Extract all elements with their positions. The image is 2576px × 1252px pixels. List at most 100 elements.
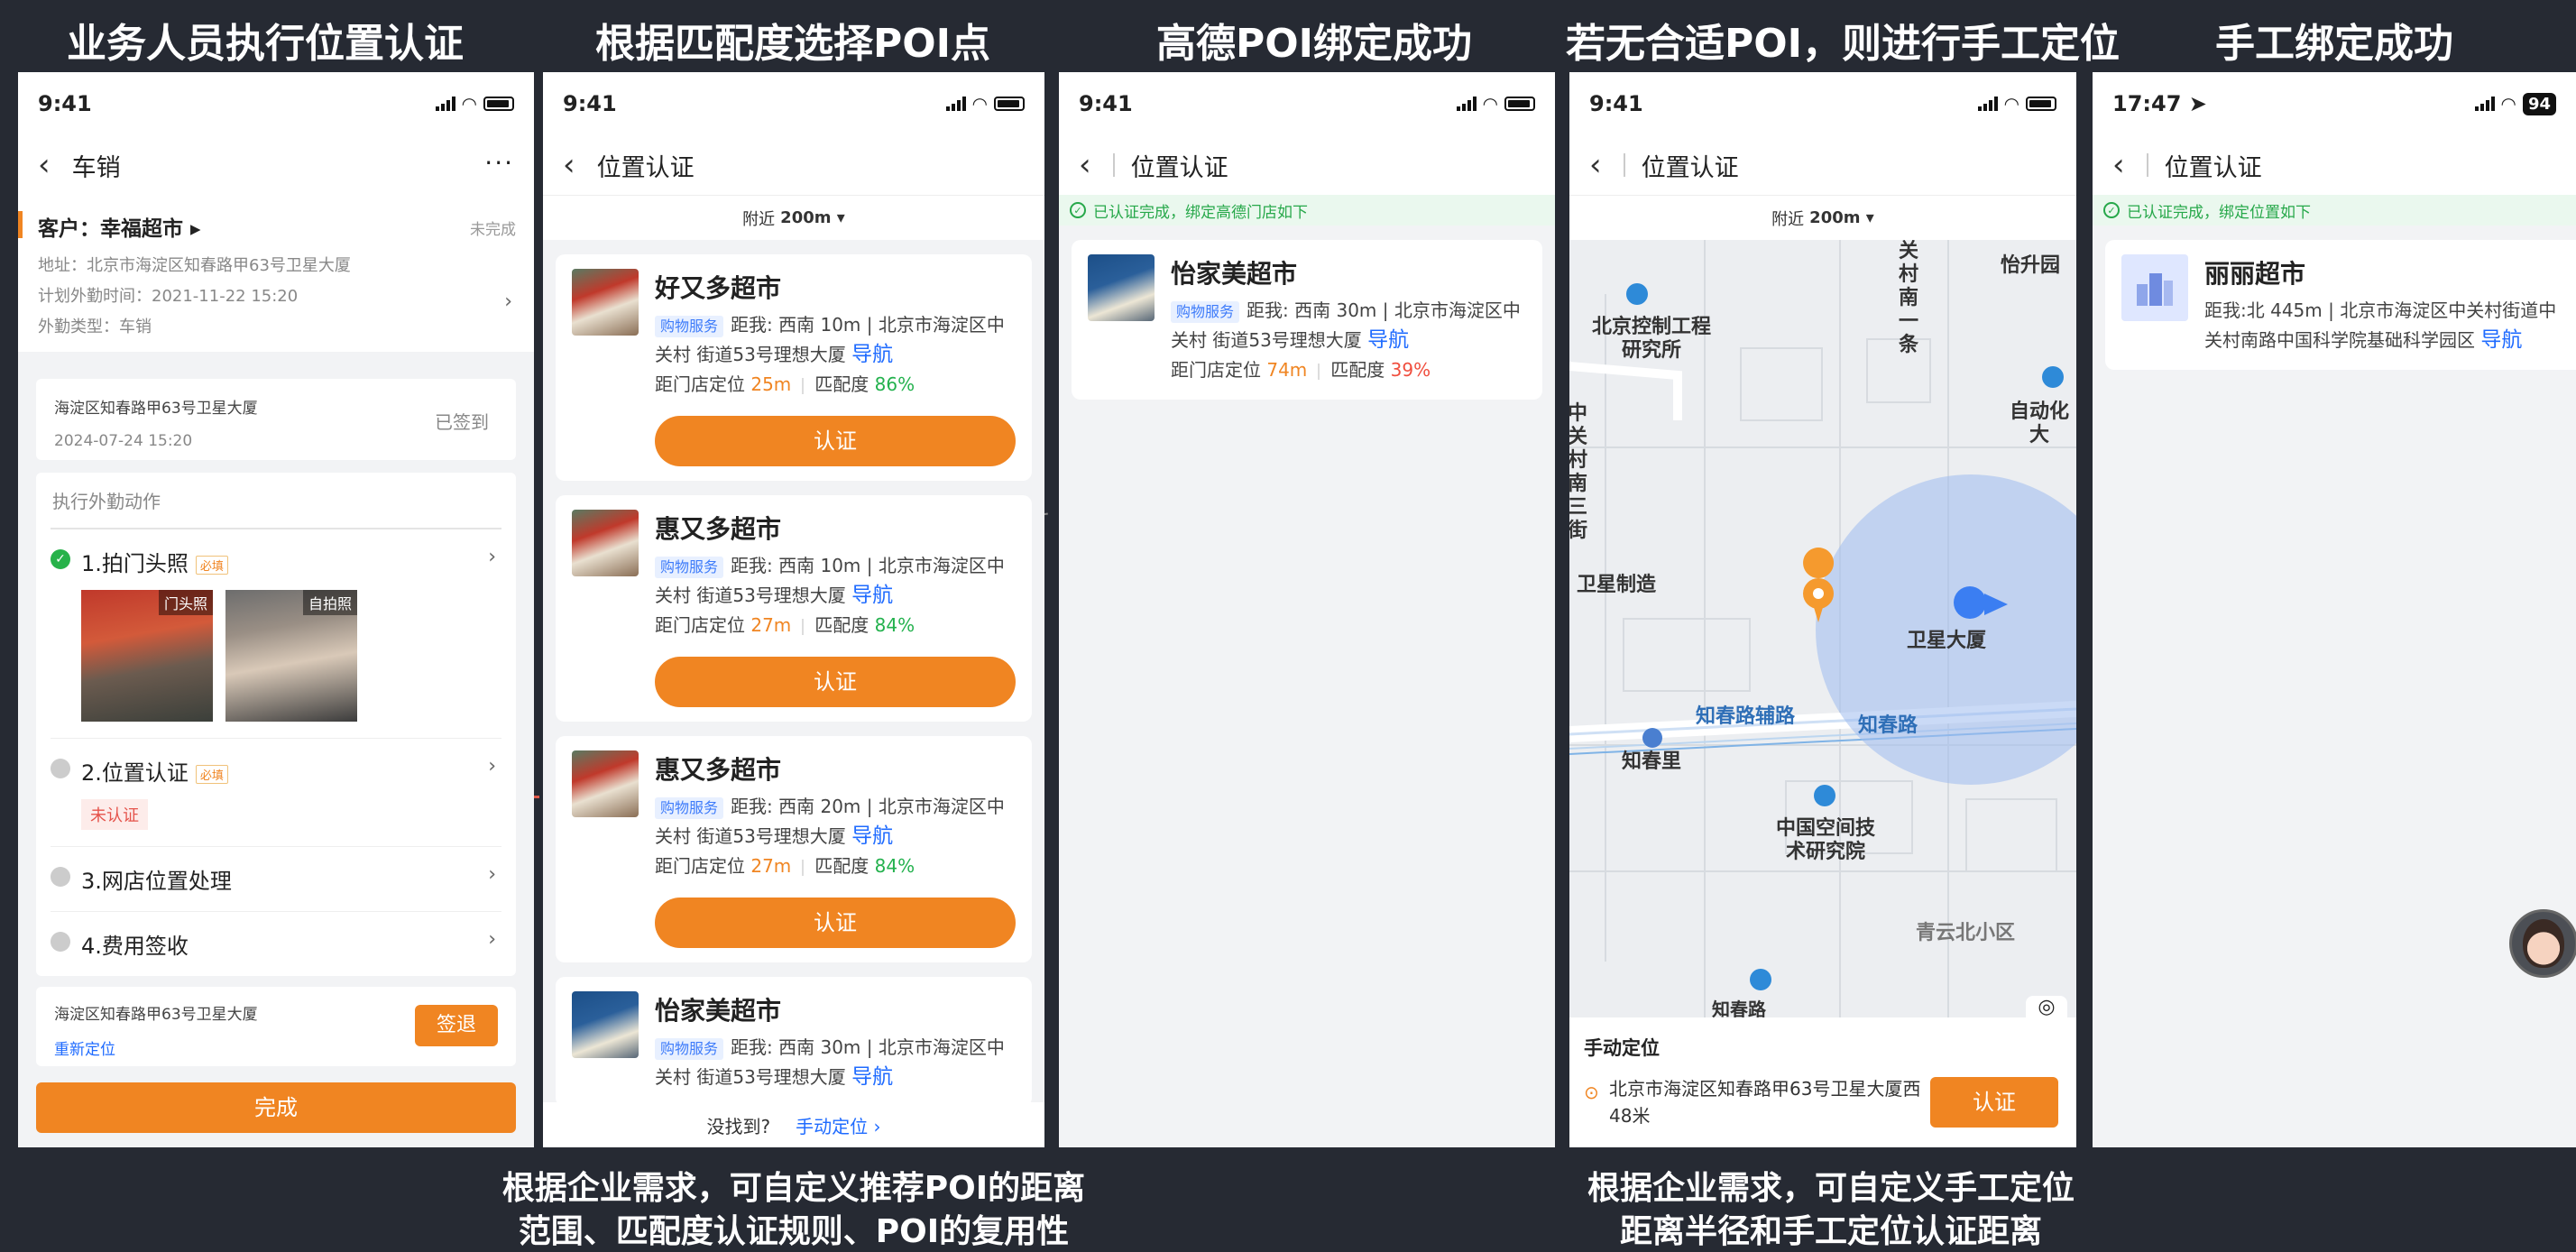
map-view[interactable]: 北京控制工程研究所 关村南一条 怡升园 自动化大 中关村南三街 卫星制造 卫星大… (1569, 240, 2076, 1017)
check-circle-icon: ✓ (2103, 202, 2120, 218)
locate-me-icon[interactable]: ◎ (2026, 996, 2067, 1017)
map-label: 怡升园 (2001, 254, 2061, 277)
navigate-link[interactable]: 导航 (851, 343, 893, 366)
poi-distance: 距我: 西南 20m | 北京市海淀区中 (731, 796, 1005, 817)
customer-name[interactable]: 客户：幸福超市 ▸ (38, 211, 516, 242)
signal-icon (945, 97, 966, 111)
poi-address: 关村南路中国科学院基础科学园区 (2204, 329, 2475, 351)
caption-poi-rules: 根据企业需求，可自定义推荐POI的距离 范围、匹配度认证规则、POI的复用性 (451, 1167, 1136, 1252)
map-label: 中国空间技术研究院 (1775, 817, 1875, 863)
caption-line: 根据企业需求，可自定义手工定位 (1587, 1170, 2075, 1207)
navigate-link[interactable]: 导航 (851, 1065, 893, 1089)
poi-name: 惠又多超市 (655, 514, 782, 544)
poi-card[interactable]: 好又多超市 购物服务 距我: 西南 10m | 北京市海淀区中 关村 街道53号理… (556, 254, 1032, 481)
manual-title: 手动定位 (1584, 1037, 1660, 1059)
selfie-photo[interactable]: 自拍照 (225, 590, 357, 722)
poi-address: 关村 街道53号理想大厦 (655, 825, 846, 847)
photo-label: 门头照 (158, 590, 213, 615)
poi-card[interactable]: 惠又多超市 购物服务 距我: 西南 20m | 北京市海淀区中 关村 街道53号理… (556, 736, 1032, 962)
visit-status: 未完成 (470, 221, 516, 239)
poi-name: 怡家美超市 (1171, 259, 1298, 289)
map-label: 卫星大厦 (1907, 630, 1987, 652)
navigate-link[interactable]: 导航 (851, 584, 893, 607)
match-label: 匹配度 (814, 855, 869, 877)
certify-button[interactable]: 认证 (655, 898, 1016, 948)
more-icon[interactable]: ··· (484, 148, 514, 178)
poi-name: 丽丽超市 (2204, 259, 2306, 289)
certify-button[interactable]: 认证 (1930, 1077, 2058, 1128)
range-filter[interactable]: 附近 200m ▾ (1569, 195, 2076, 240)
action-store-location[interactable]: 3.网店位置处理 › (51, 847, 501, 912)
action-door-photo[interactable]: ✓ 1.拍门头照 必填 › 门头照 自拍照 (51, 529, 501, 739)
page-title: 位置认证 (596, 153, 695, 182)
signal-icon (435, 97, 455, 111)
divider (802, 377, 805, 394)
action-location-cert[interactable]: 2.位置认证 必填 › 未认证 (51, 739, 501, 847)
customer-info[interactable]: 客户：幸福超市 ▸ 未完成 地址：北京市海淀区知春路甲63号卫星大厦 计划外勤时… (18, 195, 534, 352)
back-icon[interactable]: ‹ (38, 147, 51, 183)
certify-button[interactable]: 认证 (655, 416, 1016, 466)
match-label: 匹配度 (1330, 359, 1385, 381)
status-icons: ◠ (435, 93, 514, 115)
range-value: 200m ▾ (1809, 208, 1874, 227)
caption-line: 根据企业需求，可自定义推荐POI的距离 (501, 1170, 1086, 1207)
chevron-right-icon: › (488, 546, 496, 568)
status-bar: 17:47 ➤ ◠ 94 (2093, 72, 2576, 135)
category-tag: 购物服务 (655, 316, 724, 337)
back-icon[interactable]: ‹ (2112, 147, 2125, 183)
status-bar: 9:41 ◠ (1569, 72, 2076, 135)
signout-card: 海淀区知春路甲63号卫星大厦 重新定位 签退 (36, 987, 516, 1066)
wifi-icon: ◠ (2501, 93, 2516, 115)
action-fee-sign[interactable]: 4.费用签收 › (51, 912, 501, 976)
nav-bar: ‹ 位置认证 (543, 135, 1044, 195)
done-button[interactable]: 完成 (36, 1082, 516, 1133)
poi-distance: 距我: 西南 10m | 北京市海淀区中 (731, 314, 1005, 336)
status-icons: ◠ (945, 93, 1025, 115)
success-text: 已认证完成，绑定高德门店如下 (1093, 203, 1308, 222)
category-tag: 购物服务 (655, 1038, 724, 1060)
chevron-right-icon: › (488, 755, 496, 778)
signout-button[interactable]: 签退 (415, 1005, 498, 1046)
signin-address: 海淀区知春路甲63号卫星大厦 (54, 400, 258, 418)
divider (2146, 153, 2148, 177)
assistant-avatar[interactable] (2509, 909, 2576, 978)
range-filter[interactable]: 附近 200m ▾ (543, 195, 1044, 240)
back-icon[interactable]: ‹ (563, 147, 575, 183)
match-score: 84% (874, 855, 915, 877)
visit-type: 外勤类型：车销 (38, 318, 152, 336)
success-banner: ✓ 已认证完成，绑定高德门店如下 (1059, 195, 1555, 226)
poi-card[interactable]: 怡家美超市 购物服务 距我: 西南 30m | 北京市海淀区中 关村 街道53号理… (556, 977, 1032, 1107)
page-title: 位置认证 (1130, 153, 1228, 182)
back-icon[interactable]: ‹ (1079, 147, 1091, 183)
check-icon: ✓ (51, 549, 70, 569)
map-label: 自动化大 (2009, 400, 2069, 446)
page-title: 车销 (71, 153, 121, 182)
success-banner: ✓ 已认证完成，绑定位置如下 (2093, 195, 2576, 226)
certify-button[interactable]: 认证 (655, 657, 1016, 707)
poi-card[interactable]: 惠又多超市 购物服务 距我: 西南 10m | 北京市海淀区中 关村 街道53号理… (556, 495, 1032, 722)
manual-locate-panel: 手动定位 ⊙ 北京市海淀区知春路甲63号卫星大厦西48米 认证 (1569, 1017, 2076, 1147)
title-2: 根据匹配度选择POI点 (594, 21, 991, 67)
match-label: 匹配度 (814, 614, 869, 636)
back-icon[interactable]: ‹ (1589, 147, 1602, 183)
status-time: 9:41 (563, 91, 617, 116)
poi-address: 关村 街道53号理想大厦 (655, 1066, 846, 1088)
status-time: 9:41 (1589, 91, 1643, 116)
wifi-icon: ◠ (2004, 93, 2019, 115)
map-label: 知春路 (1858, 714, 1918, 737)
navigate-link[interactable]: 导航 (2480, 328, 2522, 352)
door-photo[interactable]: 门头照 (81, 590, 213, 722)
manual-locate-link[interactable]: 手动定位 › (796, 1112, 880, 1138)
actions-header: 执行外勤动作 (51, 473, 501, 529)
title-4: 若无合适POI，则进行手工定位 (1566, 21, 2121, 67)
divider (1623, 153, 1625, 177)
phone-poi-bound: 9:41 ◠ ‹ 位置认证 ✓ 已认证完成，绑定高德门店如下 怡家美超市 购物服务… (1059, 72, 1555, 1147)
bound-poi-card: 怡家美超市 购物服务 距我: 西南 30m | 北京市海淀区中 关村 街道53号理… (1072, 240, 1542, 400)
photo-label: 自拍照 (302, 590, 357, 615)
phone-poi-list: 9:41 ◠ ‹ 位置认证 附近 200m ▾ 好又多超市 购物服务 距我: 西南 … (543, 72, 1044, 1147)
navigate-link[interactable]: 导航 (851, 824, 893, 848)
navigate-link[interactable]: 导航 (1367, 328, 1409, 352)
signin-time: 2024-07-24 15:20 (54, 432, 193, 450)
manual-address-text: 北京市海淀区知春路甲63号卫星大厦西48米 (1609, 1078, 1921, 1127)
battery-icon (483, 97, 514, 111)
